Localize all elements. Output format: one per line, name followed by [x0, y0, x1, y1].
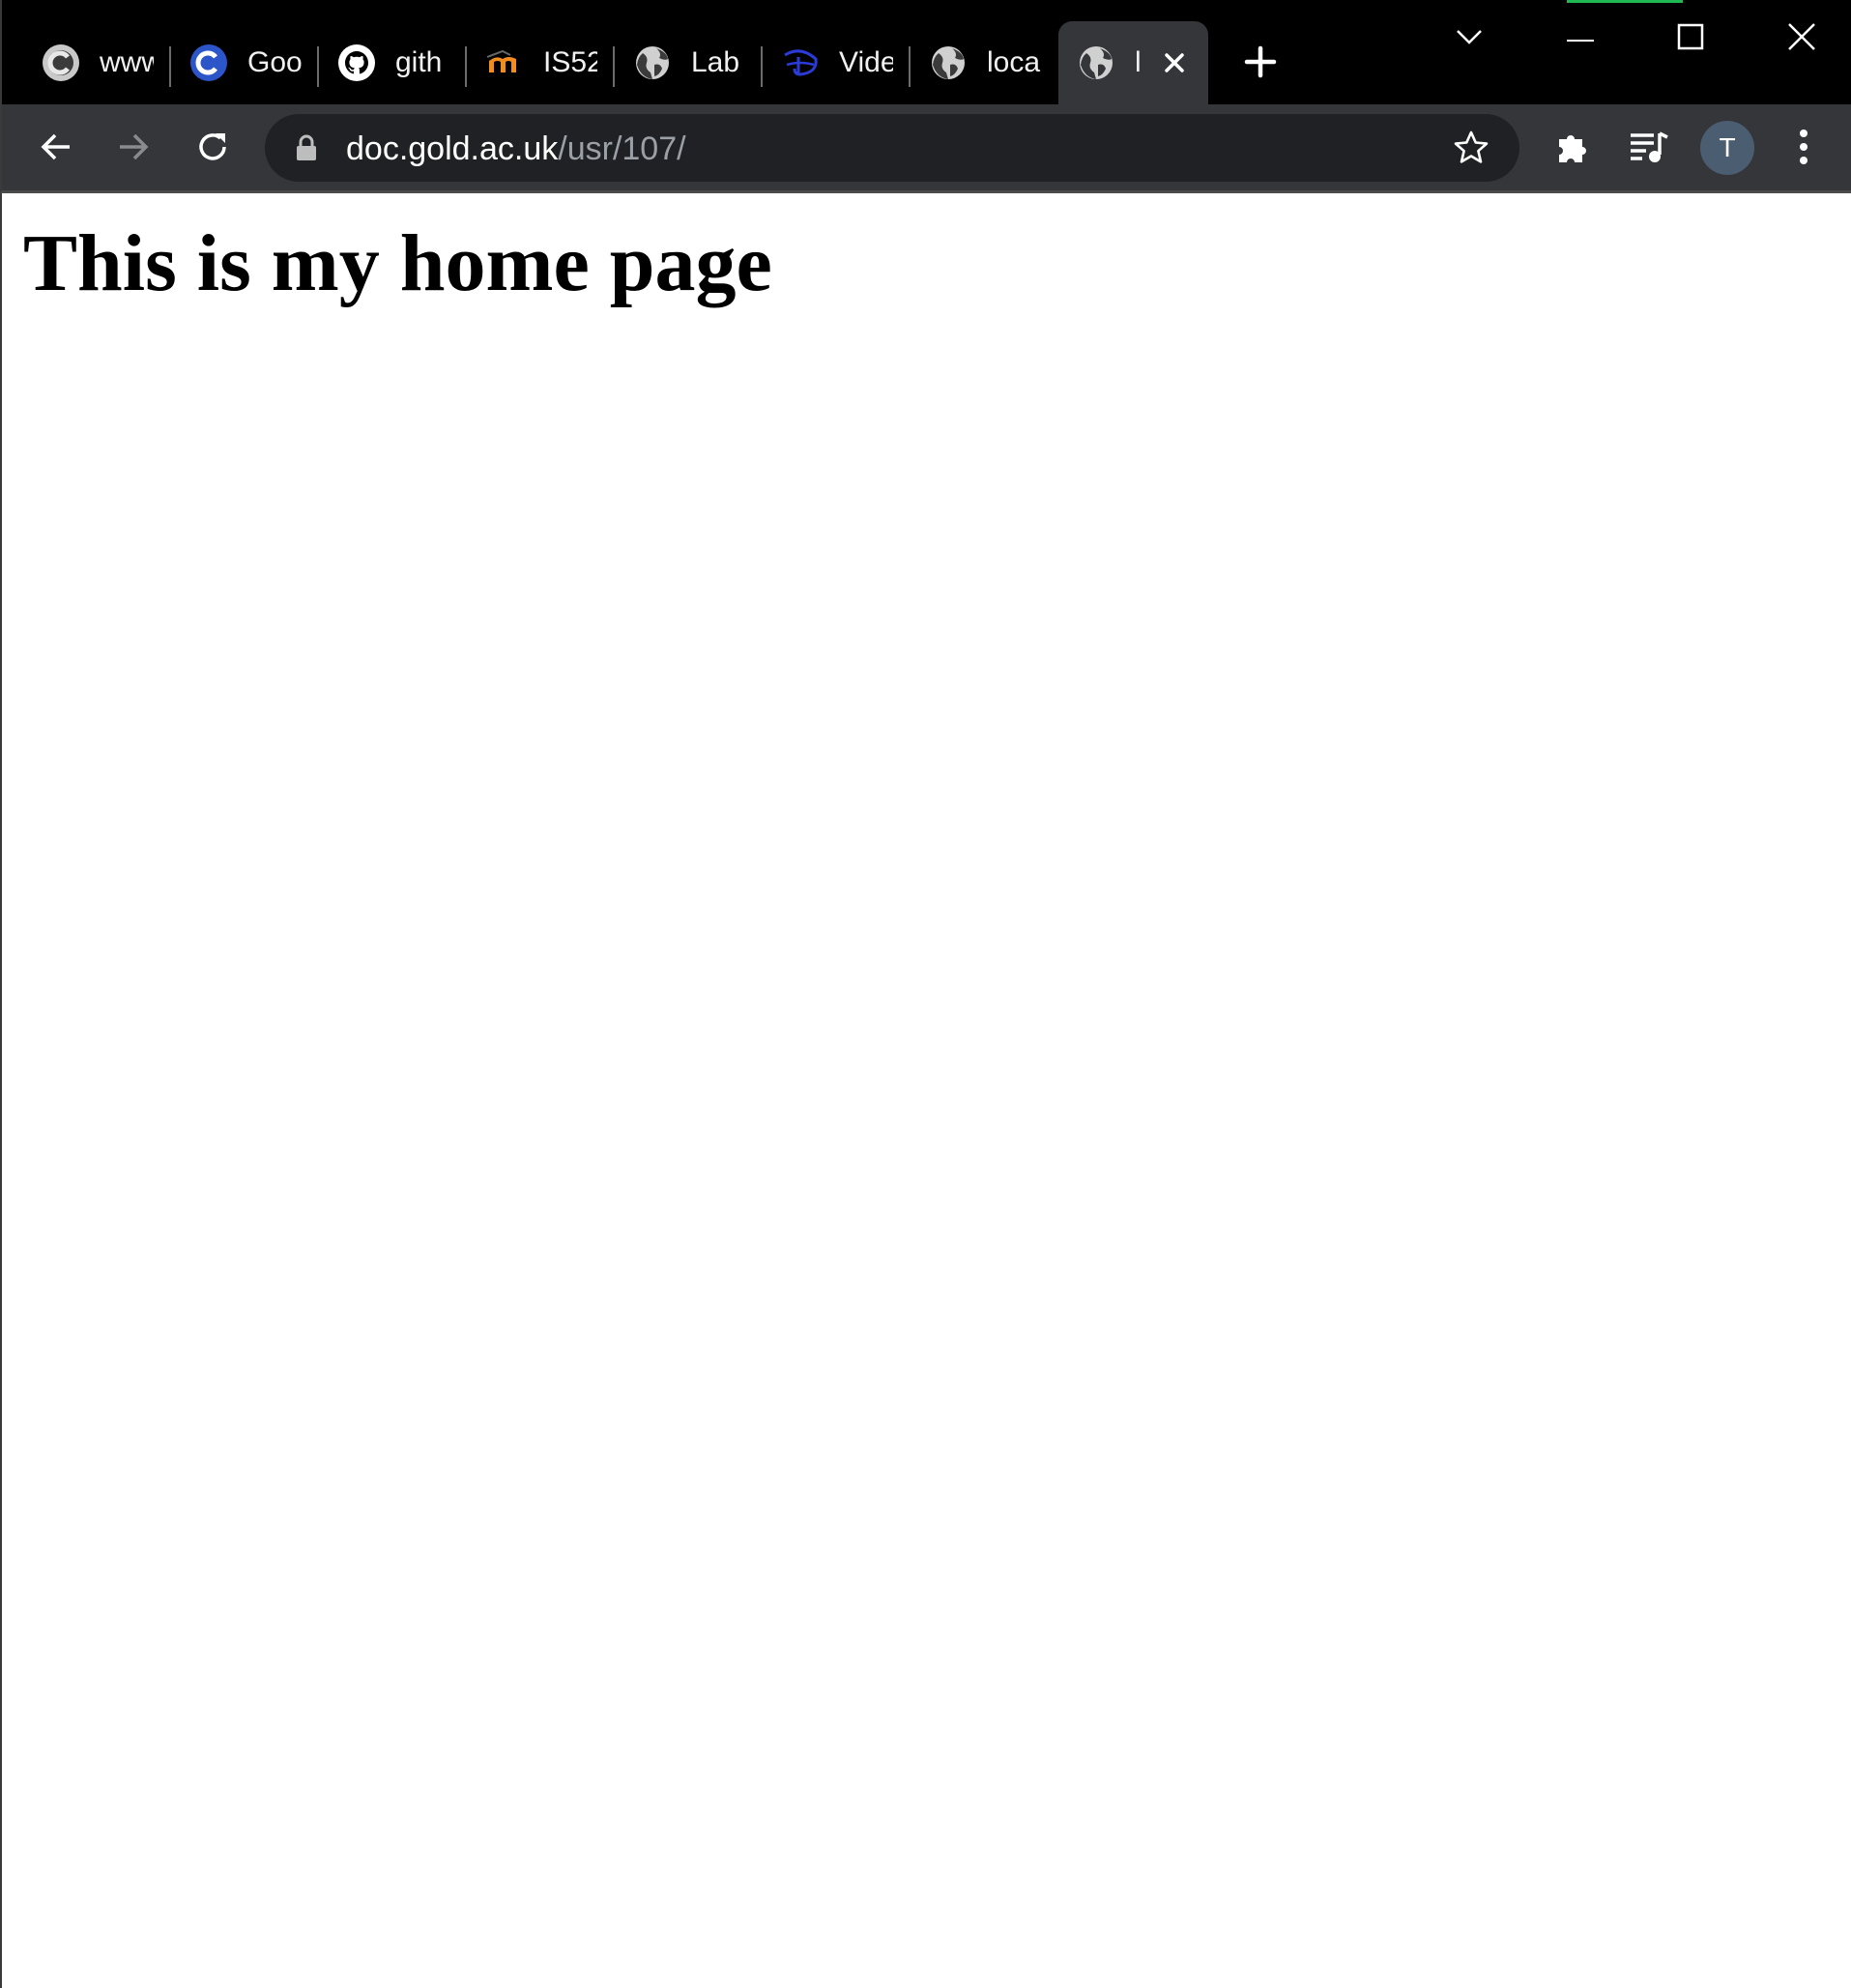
- page-viewport: This is my home page: [0, 193, 1851, 1988]
- media-controls-button[interactable]: [1622, 122, 1676, 176]
- tab-active[interactable]: l: [1058, 21, 1208, 104]
- tab-title: gith: [395, 46, 443, 78]
- tab-github[interactable]: gith: [319, 21, 467, 104]
- reload-icon: [194, 129, 231, 170]
- tab-search-button[interactable]: [1440, 14, 1498, 64]
- tab-title: Lab: [691, 46, 740, 78]
- arrow-left-icon: [39, 130, 73, 169]
- bookmark-star-icon[interactable]: [1452, 129, 1490, 167]
- minimize-icon: [1567, 30, 1594, 47]
- disney-icon: [781, 43, 820, 82]
- reload-button[interactable]: [186, 122, 240, 176]
- tab-title: l: [1135, 46, 1142, 78]
- activity-indicator: [1567, 0, 1683, 3]
- lock-icon[interactable]: [294, 134, 319, 161]
- tab-video[interactable]: Vide: [763, 21, 911, 104]
- github-icon: [337, 43, 376, 82]
- maximize-icon: [1677, 23, 1704, 55]
- menu-button[interactable]: [1777, 122, 1831, 176]
- close-icon: [1787, 22, 1816, 56]
- tab-www[interactable]: www: [23, 21, 171, 104]
- tab-title: www: [100, 46, 154, 78]
- tab-lab[interactable]: Lab: [615, 21, 763, 104]
- url-host: doc.gold.ac.uk: [346, 130, 559, 167]
- kebab-menu-icon: [1799, 128, 1808, 171]
- tab-title: Goo: [247, 46, 302, 78]
- new-tab-button[interactable]: [1239, 41, 1282, 83]
- globe-icon: [633, 43, 672, 82]
- tab-goo[interactable]: Goo: [171, 21, 319, 104]
- chrome-blue-icon: [189, 43, 228, 82]
- forward-button[interactable]: [106, 122, 160, 176]
- maximize-button[interactable]: [1662, 14, 1720, 64]
- url-path: /usr/107/: [558, 130, 686, 167]
- tab-title: loca: [987, 46, 1041, 78]
- extensions-button[interactable]: [1546, 122, 1600, 176]
- globe-icon: [929, 43, 968, 82]
- close-window-button[interactable]: [1773, 14, 1831, 64]
- tab-title: IS52: [543, 46, 597, 78]
- tab-title: Vide: [839, 46, 893, 78]
- tab-is52[interactable]: IS52: [467, 21, 615, 104]
- playlist-music-icon: [1629, 128, 1669, 171]
- close-tab-icon[interactable]: [1160, 48, 1189, 77]
- chrome-icon: [42, 43, 80, 82]
- address-bar[interactable]: doc.gold.ac.uk/usr/107/: [265, 114, 1519, 182]
- back-button[interactable]: [29, 122, 83, 176]
- address-url[interactable]: doc.gold.ac.uk/usr/107/: [346, 130, 686, 168]
- minimize-button[interactable]: [1551, 14, 1609, 64]
- page-title: This is my home page: [23, 218, 772, 308]
- profile-avatar[interactable]: T: [1700, 121, 1754, 175]
- chevron-down-icon: [1455, 28, 1484, 50]
- browser-toolbar: doc.gold.ac.uk/usr/107/ T: [0, 104, 1851, 193]
- puzzle-icon: [1553, 128, 1592, 171]
- moodle-icon: [485, 43, 524, 82]
- globe-icon: [1077, 43, 1115, 82]
- tab-strip: www Goo gith IS52 Lab Vide loca l: [0, 0, 1851, 104]
- tab-localhost[interactable]: loca: [911, 21, 1058, 104]
- tab-list: www Goo gith IS52 Lab Vide loca l: [23, 21, 1208, 104]
- arrow-right-icon: [116, 130, 151, 169]
